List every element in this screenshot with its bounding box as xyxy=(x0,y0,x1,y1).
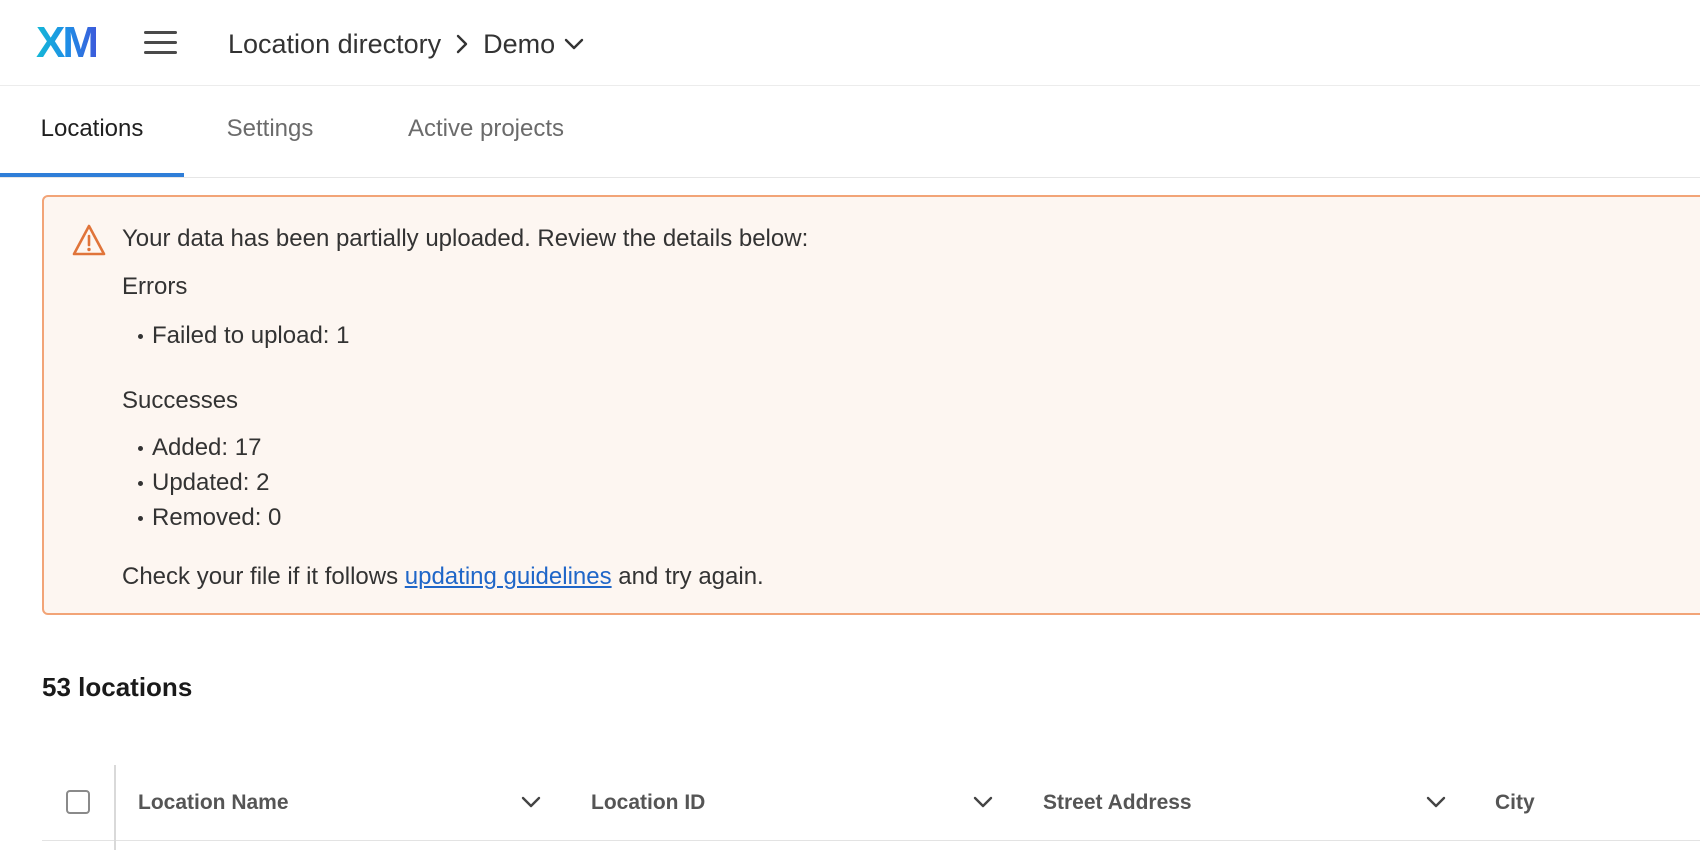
success-item-updated: Updated: 2 xyxy=(122,465,281,500)
success-item-added: Added: 17 xyxy=(122,430,281,465)
column-header-city[interactable]: City xyxy=(1495,791,1535,815)
table-header: Location Name Location ID Street Address… xyxy=(42,765,1700,850)
tab-active-projects[interactable]: Active projects xyxy=(386,85,586,177)
success-item-removed: Removed: 0 xyxy=(122,500,281,535)
chevron-right-icon xyxy=(455,33,469,55)
chevron-down-icon[interactable] xyxy=(1425,793,1447,811)
select-all-checkbox[interactable] xyxy=(66,790,90,814)
alert-message: Your data has been partially uploaded. R… xyxy=(122,225,809,252)
tab-bar: Locations Settings Active projects xyxy=(0,85,1700,178)
errors-heading: Errors xyxy=(122,273,188,300)
alert-footer-after: and try again. xyxy=(618,563,764,590)
tab-locations[interactable]: Locations xyxy=(0,85,184,177)
xm-logo[interactable]: XM xyxy=(36,19,99,67)
top-bar: XM Location directory Demo xyxy=(0,0,1700,86)
column-header-location-name[interactable]: Location Name xyxy=(138,791,289,815)
locations-count: 53 locations xyxy=(42,672,193,702)
breadcrumb-parent[interactable]: Location directory xyxy=(228,29,441,60)
active-tab-indicator xyxy=(0,173,184,177)
hamburger-icon[interactable] xyxy=(142,28,178,58)
breadcrumb: Location directory Demo xyxy=(228,24,585,64)
error-item: Failed to upload: 1 xyxy=(122,318,349,353)
successes-list: Added: 17 Updated: 2 Removed: 0 xyxy=(122,430,281,535)
warning-triangle-icon xyxy=(72,224,106,256)
alert-footer: Check your file if it follows updating g… xyxy=(122,563,764,591)
column-header-location-id[interactable]: Location ID xyxy=(591,791,705,815)
breadcrumb-current[interactable]: Demo xyxy=(483,29,555,60)
tab-settings[interactable]: Settings xyxy=(210,85,330,177)
chevron-down-icon[interactable] xyxy=(563,37,585,51)
partial-upload-alert: Your data has been partially uploaded. R… xyxy=(42,195,1700,615)
updating-guidelines-link[interactable]: updating guidelines xyxy=(405,563,612,590)
alert-footer-before: Check your file if it follows xyxy=(122,563,399,590)
column-divider xyxy=(114,765,116,850)
column-header-street-address[interactable]: Street Address xyxy=(1043,791,1192,815)
chevron-down-icon[interactable] xyxy=(972,793,994,811)
errors-list: Failed to upload: 1 xyxy=(122,318,349,353)
successes-heading: Successes xyxy=(122,387,239,414)
chevron-down-icon[interactable] xyxy=(520,793,542,811)
